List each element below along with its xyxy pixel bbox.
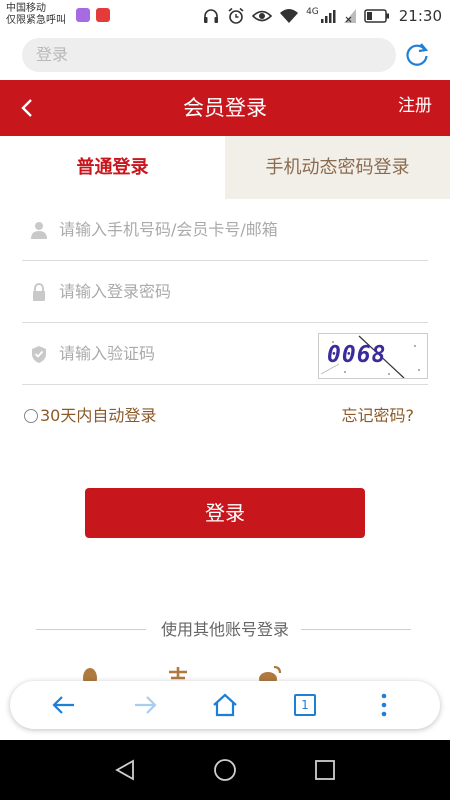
home-icon[interactable] <box>211 691 239 719</box>
url-field[interactable]: 登录 <box>22 38 396 72</box>
password-input[interactable]: 请输入登录密码 <box>59 261 171 323</box>
auto-login-radio[interactable] <box>24 409 38 423</box>
captcha-image[interactable]: 0068 <box>318 333 428 379</box>
no-signal-icon <box>343 9 356 23</box>
signal-icon <box>320 10 336 23</box>
user-icon <box>31 222 47 239</box>
login-button[interactable]: 登录 <box>85 488 365 538</box>
carrier-name: 中国移动 <box>6 3 46 14</box>
password-row: 请输入登录密码 <box>22 261 428 323</box>
forward-arrow-icon[interactable] <box>131 691 159 719</box>
android-nav-bar <box>0 740 450 800</box>
register-link[interactable]: 注册 <box>398 80 432 132</box>
browser-url-bar: 登录 <box>0 32 450 80</box>
login-tabs: 普通登录 手机动态密码登录 <box>0 136 450 199</box>
nav-back-icon[interactable] <box>113 758 137 782</box>
page-title: 会员登录 <box>183 96 267 120</box>
carrier-note: 仅限紧急呼叫 <box>6 15 66 26</box>
captcha-input[interactable]: 请输入验证码 <box>59 323 155 385</box>
headphones-icon <box>204 9 219 23</box>
captcha-row: 请输入验证码 0068 <box>22 323 428 385</box>
tab-sms-login[interactable]: 手机动态密码登录 <box>225 136 450 199</box>
account-input[interactable]: 请输入手机号码/会员卡号/邮箱 <box>59 199 278 261</box>
gallery-app-icon <box>76 8 90 22</box>
carrier-info: 中国移动 仅限紧急呼叫 <box>6 3 66 27</box>
status-bar: 中国移动 仅限紧急呼叫 4G 21:30 <box>0 0 450 32</box>
clock: 21:30 <box>398 7 442 25</box>
nav-recents-icon[interactable] <box>313 758 337 782</box>
more-menu-icon[interactable] <box>370 691 398 719</box>
nav-home-icon[interactable] <box>213 758 237 782</box>
page-header: 会员登录 注册 <box>0 80 450 136</box>
back-arrow-icon[interactable] <box>50 691 78 719</box>
eye-icon <box>252 10 273 22</box>
lock-icon <box>33 283 45 301</box>
wifi-icon <box>280 9 299 23</box>
refresh-icon[interactable] <box>402 40 432 70</box>
captcha-code: 0068 <box>327 342 387 368</box>
login-options: 30天内自动登录 忘记密码? <box>22 388 428 428</box>
shopping-app-icon <box>96 8 110 22</box>
other-login-label: 使用其他账号登录 <box>160 620 289 639</box>
auto-login-label[interactable]: 30天内自动登录 <box>40 402 156 426</box>
tab-normal-login[interactable]: 普通登录 <box>0 136 225 199</box>
status-icons: 4G 21:30 <box>202 6 442 26</box>
tab-count-icon: 1 <box>294 694 316 716</box>
battery-icon <box>364 9 389 23</box>
tabs-button[interactable]: 1 <box>291 691 319 719</box>
network-type: 4G <box>306 7 319 17</box>
divider-right <box>301 629 411 630</box>
other-login-section: 使用其他账号登录 <box>0 612 450 642</box>
alarm-icon <box>228 7 244 24</box>
forgot-password-link[interactable]: 忘记密码? <box>342 402 415 426</box>
shield-check-icon <box>32 346 46 363</box>
account-row: 请输入手机号码/会员卡号/邮箱 <box>22 199 428 261</box>
browser-toolbar: 1 <box>10 681 440 729</box>
